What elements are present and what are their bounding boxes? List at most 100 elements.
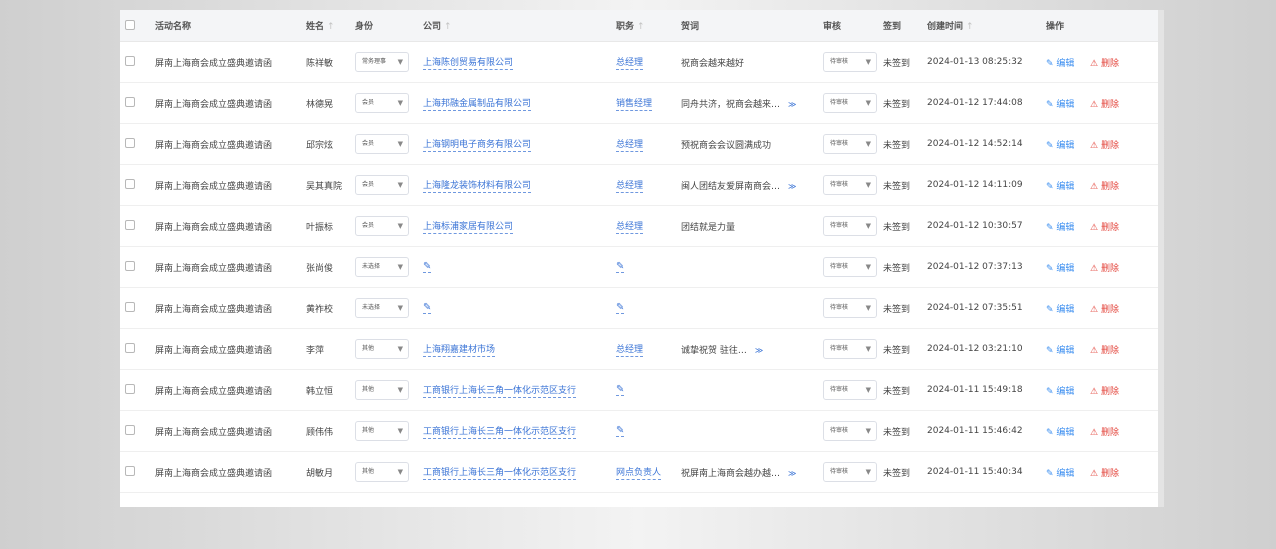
position-link[interactable]: 总经理 [616, 137, 644, 152]
row-checkbox[interactable] [125, 138, 135, 148]
position-link[interactable]: 网点负责人 [616, 465, 662, 480]
review-select[interactable]: 待审核 ▼ [823, 175, 877, 195]
company-link[interactable]: 工商银行上海长三角一体化示范区支行 [423, 383, 577, 398]
delete-button[interactable]: ⚠ 删除 [1090, 56, 1119, 69]
expand-icon[interactable]: ≫ [755, 346, 763, 355]
row-checkbox[interactable] [125, 179, 135, 189]
delete-button[interactable]: ⚠ 删除 [1090, 138, 1119, 151]
edit-position-icon[interactable]: ✎ [616, 384, 625, 396]
row-checkbox[interactable] [125, 56, 135, 66]
position-link[interactable]: 总经理 [616, 342, 644, 357]
sort-icon[interactable]: ↑ [444, 22, 452, 32]
company-link[interactable]: 上海翔嘉建材市场 [423, 342, 496, 357]
edit-position-icon[interactable]: ✎ [616, 261, 625, 273]
sort-icon[interactable]: ↑ [637, 22, 645, 32]
table-body: 屏南上海商会成立盛典邀请函 陈祥敏 常务理事 ▼ 上海陈创贸易有限公司 总经理 祝商会越来越… [120, 42, 1158, 493]
company-link[interactable]: 上海陈创贸易有限公司 [423, 55, 514, 70]
header-position[interactable]: 职务 ↑ [616, 19, 645, 32]
identity-select[interactable]: 会员 ▼ [355, 93, 409, 113]
delete-button[interactable]: ⚠ 删除 [1090, 220, 1119, 233]
review-select[interactable]: 待审核 ▼ [823, 93, 877, 113]
position-link[interactable]: 总经理 [616, 178, 644, 193]
created-time: 2024-01-11 15:46:42 [927, 426, 1023, 436]
activity-name: 屏南上海商会成立盛典邀请函 [155, 468, 273, 479]
delete-button[interactable]: ⚠ 删除 [1090, 343, 1119, 356]
delete-button[interactable]: ⚠ 删除 [1090, 179, 1119, 192]
company-link[interactable]: 上海钢明电子商务有限公司 [423, 137, 532, 152]
row-checkbox[interactable] [125, 343, 135, 353]
sort-icon[interactable]: ↑ [327, 22, 335, 32]
edit-company-icon[interactable]: ✎ [423, 302, 432, 314]
identity-select[interactable]: 其他 ▼ [355, 421, 409, 441]
review-select[interactable]: 待审核 ▼ [823, 216, 877, 236]
warning-triangle-icon: ⚠ [1090, 58, 1101, 69]
review-select[interactable]: 待审核 ▼ [823, 380, 877, 400]
header-name[interactable]: 姓名 ↑ [306, 19, 335, 32]
identity-select[interactable]: 未选择 ▼ [355, 298, 409, 318]
position-link[interactable]: 总经理 [616, 55, 644, 70]
expand-icon[interactable]: ≫ [788, 182, 796, 191]
review-select[interactable]: 待审核 ▼ [823, 257, 877, 277]
select-all-checkbox[interactable] [125, 20, 135, 30]
header-created[interactable]: 创建时间 ↑ [927, 19, 974, 32]
delete-button[interactable]: ⚠ 删除 [1090, 466, 1119, 479]
row-checkbox[interactable] [125, 97, 135, 107]
identity-select[interactable]: 常务理事 ▼ [355, 52, 409, 72]
identity-select[interactable]: 会员 ▼ [355, 134, 409, 154]
sort-icon[interactable]: ↑ [966, 22, 974, 32]
edit-button[interactable]: ✎ 编辑 [1046, 97, 1074, 110]
delete-button[interactable]: ⚠ 删除 [1090, 97, 1119, 110]
pencil-icon: ✎ [1046, 140, 1057, 151]
edit-button[interactable]: ✎ 编辑 [1046, 425, 1074, 438]
position-link[interactable]: 销售经理 [616, 96, 653, 111]
row-checkbox[interactable] [125, 220, 135, 230]
edit-button[interactable]: ✎ 编辑 [1046, 56, 1074, 69]
edit-button[interactable]: ✎ 编辑 [1046, 384, 1074, 397]
edit-button[interactable]: ✎ 编辑 [1046, 343, 1074, 356]
identity-select[interactable]: 会员 ▼ [355, 175, 409, 195]
company-link[interactable]: 上海隆龙装饰材料有限公司 [423, 178, 532, 193]
company-link[interactable]: 上海邦融金属制品有限公司 [423, 96, 532, 111]
identity-select[interactable]: 会员 ▼ [355, 216, 409, 236]
row-checkbox[interactable] [125, 302, 135, 312]
message-text: 同舟共济，祝商会越来… ≫ [681, 97, 796, 110]
expand-icon[interactable]: ≫ [788, 100, 796, 109]
row-checkbox[interactable] [125, 384, 135, 394]
delete-button[interactable]: ⚠ 删除 [1090, 302, 1119, 315]
row-checkbox[interactable] [125, 261, 135, 271]
caret-down-icon: ▼ [397, 263, 403, 271]
identity-select[interactable]: 其他 ▼ [355, 462, 409, 482]
edit-button[interactable]: ✎ 编辑 [1046, 220, 1074, 233]
row-checkbox[interactable] [125, 425, 135, 435]
edit-button[interactable]: ✎ 编辑 [1046, 138, 1074, 151]
edit-position-icon[interactable]: ✎ [616, 302, 625, 314]
identity-select[interactable]: 未选择 ▼ [355, 257, 409, 277]
delete-button[interactable]: ⚠ 删除 [1090, 261, 1119, 274]
review-select[interactable]: 待审核 ▼ [823, 298, 877, 318]
message-text: 祝屏南上海商会越办越… ≫ [681, 466, 796, 479]
review-select[interactable]: 待审核 ▼ [823, 421, 877, 441]
review-select[interactable]: 待审核 ▼ [823, 52, 877, 72]
edit-company-icon[interactable]: ✎ [423, 261, 432, 273]
delete-button[interactable]: ⚠ 删除 [1090, 384, 1119, 397]
row-checkbox[interactable] [125, 466, 135, 476]
delete-label: 删除 [1100, 181, 1119, 192]
review-select[interactable]: 待审核 ▼ [823, 134, 877, 154]
edit-position-icon[interactable]: ✎ [616, 425, 625, 437]
company-link[interactable]: 工商银行上海长三角一体化示范区支行 [423, 465, 577, 480]
edit-button[interactable]: ✎ 编辑 [1046, 302, 1074, 315]
expand-icon[interactable]: ≫ [788, 469, 796, 478]
delete-button[interactable]: ⚠ 删除 [1090, 425, 1119, 438]
review-select[interactable]: 待审核 ▼ [823, 339, 877, 359]
company-link[interactable]: 上海标浦家居有限公司 [423, 219, 514, 234]
identity-select[interactable]: 其他 ▼ [355, 339, 409, 359]
edit-button[interactable]: ✎ 编辑 [1046, 261, 1074, 274]
company-link[interactable]: 工商银行上海长三角一体化示范区支行 [423, 424, 577, 439]
edit-button[interactable]: ✎ 编辑 [1046, 179, 1074, 192]
header-company[interactable]: 公司 ↑ [423, 19, 452, 32]
identity-select[interactable]: 其他 ▼ [355, 380, 409, 400]
edit-button[interactable]: ✎ 编辑 [1046, 466, 1074, 479]
position-link[interactable]: 总经理 [616, 219, 644, 234]
review-select[interactable]: 待审核 ▼ [823, 462, 877, 482]
signin-status: 未签到 [883, 427, 911, 438]
